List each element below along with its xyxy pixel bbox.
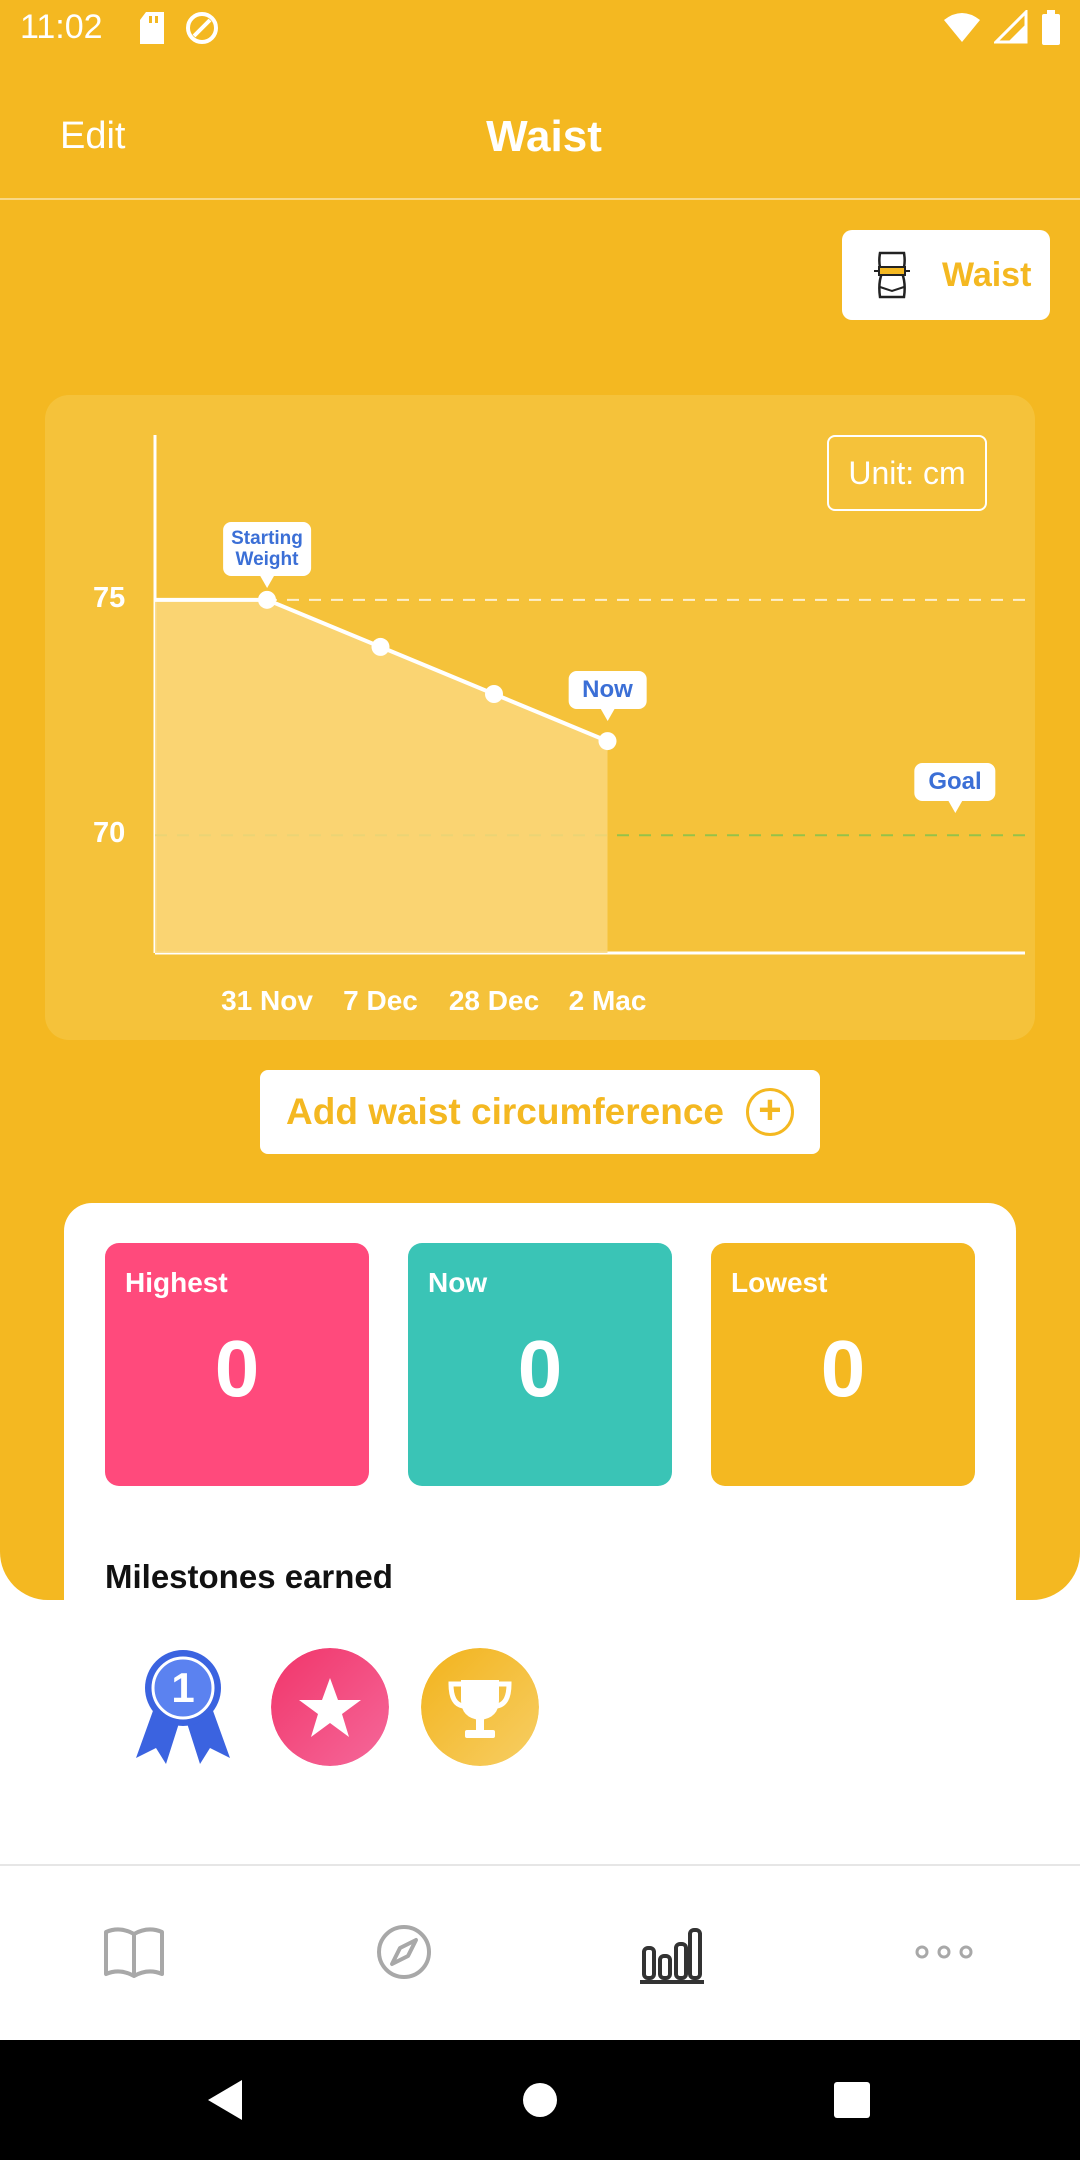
plus-circle-icon: + <box>745 1088 794 1136</box>
signal-icon <box>994 10 1028 44</box>
highest-value: 0 <box>214 1324 260 1413</box>
measurement-type-label: Waist <box>942 255 1032 294</box>
now-stat-tile: Now 0 <box>408 1243 672 1486</box>
data-point <box>485 685 503 703</box>
sync-disabled-icon <box>186 12 218 44</box>
now-value: 0 <box>517 1324 563 1413</box>
waist-figure-icon <box>874 251 910 299</box>
chart-card: Unit: cm 75 70 31 Nov 7 Dec 28 Dec 2 Mac… <box>45 395 1035 1040</box>
ribbon-number: 1 <box>171 1664 194 1711</box>
lowest-label: Lowest <box>731 1267 828 1298</box>
back-icon[interactable] <box>204 2078 244 2122</box>
unit-badge: Unit: cm <box>827 435 987 511</box>
app-header: Edit Waist <box>0 60 1080 200</box>
trophy-badge-icon[interactable] <box>421 1648 539 1766</box>
x-tick-label: 28 Dec <box>448 985 540 1016</box>
compass-icon[interactable] <box>372 1920 436 1984</box>
more-dots-icon[interactable] <box>912 1920 976 1984</box>
goal-callout: Goal <box>914 763 996 814</box>
system-navigation-bar <box>0 2040 1080 2160</box>
data-point <box>598 732 617 751</box>
data-point <box>258 590 276 609</box>
page-title: Waist <box>486 112 602 161</box>
bottom-navigation <box>0 1864 1080 2042</box>
now-label: Now <box>428 1267 488 1298</box>
lowest-value: 0 <box>820 1324 866 1413</box>
wifi-icon <box>944 13 980 42</box>
first-place-ribbon-icon[interactable]: 1 <box>124 1648 242 1766</box>
highest-label: Highest <box>125 1267 228 1298</box>
y-tick-label: 75 <box>93 581 126 614</box>
highest-stat-tile: Highest 0 <box>105 1243 369 1486</box>
measurement-type-selector[interactable]: Waist <box>842 230 1050 320</box>
home-icon[interactable] <box>522 2082 558 2118</box>
star-badge-icon[interactable] <box>271 1648 389 1766</box>
add-waist-label: Add waist circumference <box>286 1091 724 1132</box>
x-tick-label: 31 Nov <box>221 985 313 1016</box>
stats-card: Highest 0 Now 0 Lowest 0 Milestones earn… <box>64 1203 1016 1903</box>
sd-card-icon <box>140 12 164 44</box>
battery-icon <box>1042 10 1060 45</box>
book-icon[interactable] <box>102 1920 166 1984</box>
x-tick-label: 7 Dec <box>343 985 418 1016</box>
y-tick-label: 70 <box>93 817 126 850</box>
add-waist-button[interactable]: Add waist circumference + <box>260 1070 820 1154</box>
milestones-title: Milestones earned <box>105 1558 393 1595</box>
bar-chart-icon[interactable] <box>640 1920 704 1984</box>
lowest-stat-tile: Lowest 0 <box>711 1243 975 1486</box>
recents-icon[interactable] <box>834 2082 870 2118</box>
x-tick-label: 2 Mac <box>568 985 647 1016</box>
now-callout: Now <box>568 671 647 722</box>
status-time: 11:02 <box>20 8 103 46</box>
status-bar: 11:02 <box>0 0 1080 60</box>
data-point <box>371 637 390 656</box>
starting-weight-callout: Starting Weight <box>223 521 311 588</box>
